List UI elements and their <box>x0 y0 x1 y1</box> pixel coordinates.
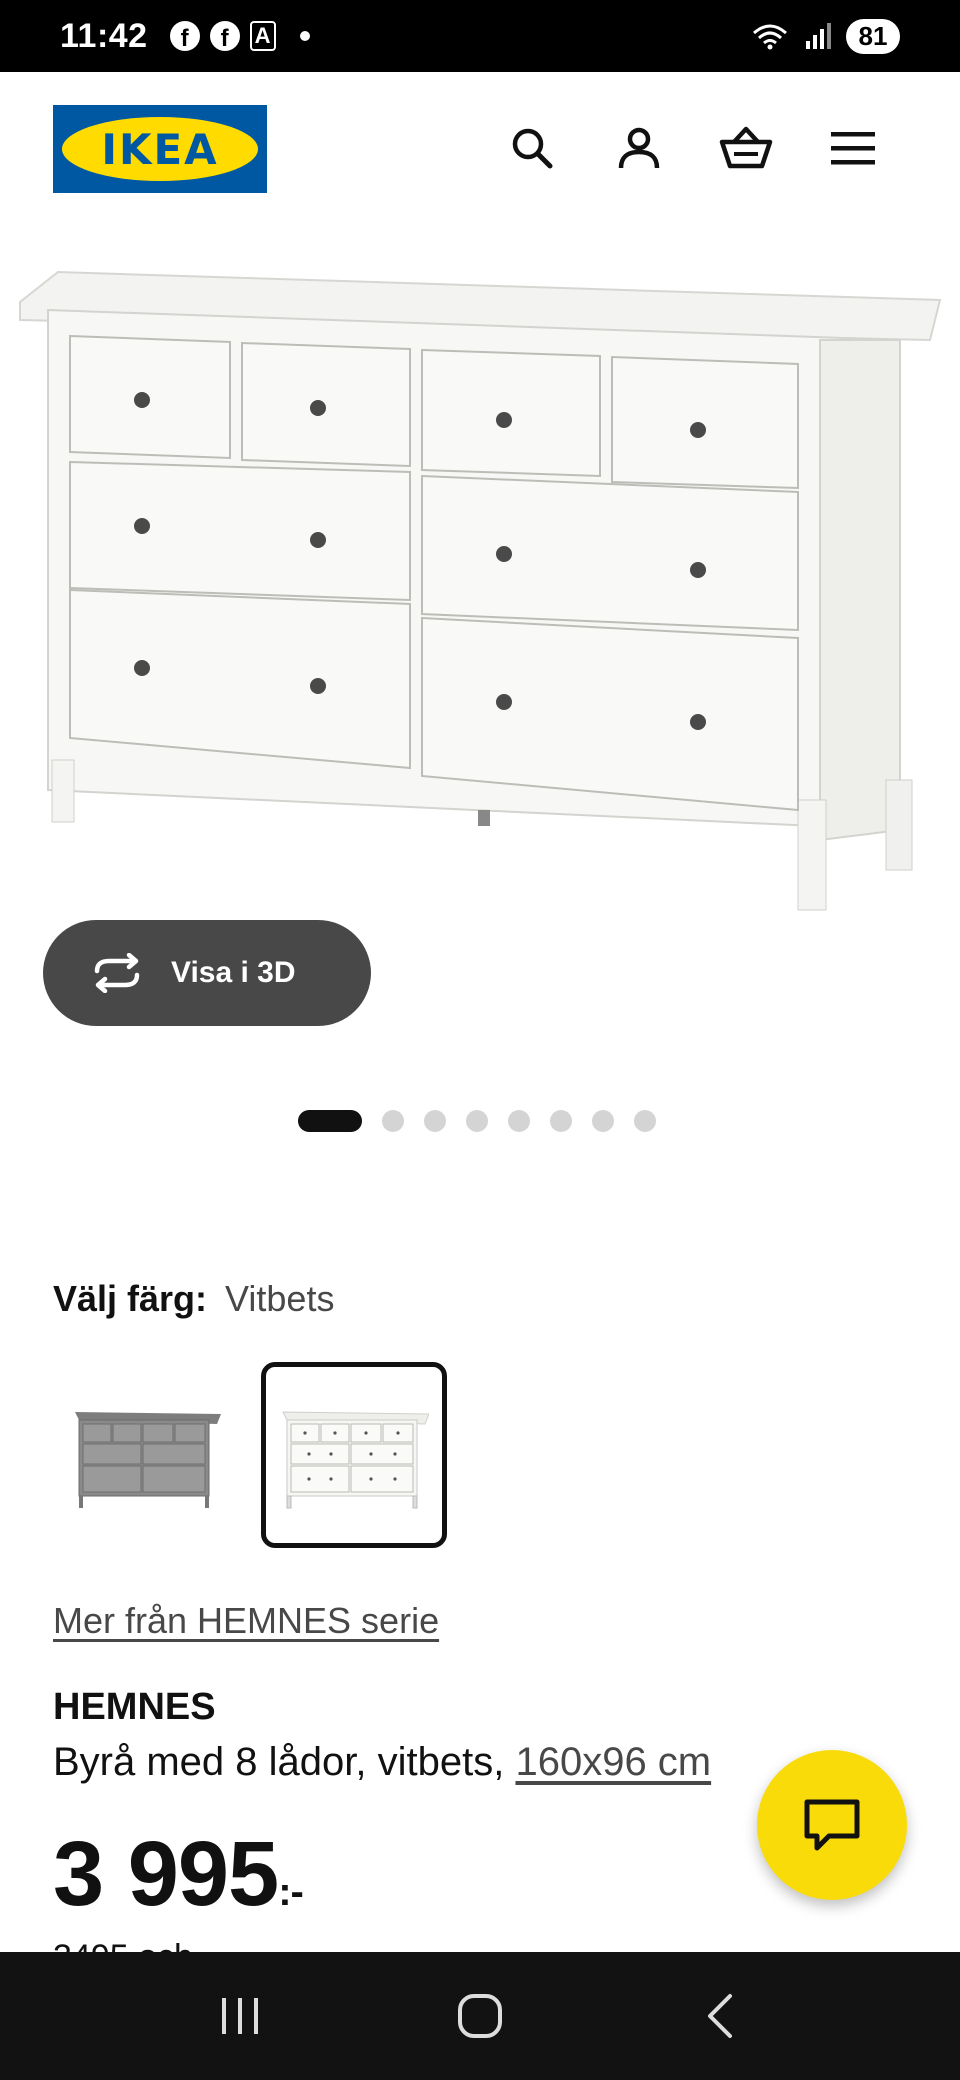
menu-icon[interactable] <box>821 116 885 180</box>
series-link[interactable]: Mer från HEMNES serie <box>53 1600 439 1642</box>
pager-dot[interactable] <box>424 1110 446 1132</box>
cart-icon[interactable] <box>714 116 778 180</box>
more-notifications-dot-icon <box>299 31 310 41</box>
color-swatch-white-stain[interactable] <box>261 1362 447 1548</box>
recent-apps-icon <box>222 1998 258 2034</box>
price-suffix: :- <box>278 1870 304 1914</box>
product-description-text: Byrå med 8 lådor, vitbets, <box>53 1740 516 1784</box>
battery-indicator: 81 <box>846 18 900 54</box>
pager-dot[interactable] <box>508 1110 530 1132</box>
ikea-logo[interactable]: IKEA <box>53 105 267 193</box>
signal-icon <box>806 23 831 49</box>
chat-icon <box>804 1799 860 1851</box>
facebook-icon: f <box>209 21 240 51</box>
pager-dot[interactable] <box>634 1110 656 1132</box>
search-icon[interactable] <box>500 116 564 180</box>
logo-text: IKEA <box>101 124 219 174</box>
product-image[interactable] <box>0 240 960 940</box>
pager-dot[interactable] <box>382 1110 404 1132</box>
chat-button[interactable] <box>757 1750 907 1900</box>
back-button[interactable] <box>680 1976 760 2056</box>
home-icon <box>458 1994 502 2038</box>
app-a-icon: A <box>249 21 276 51</box>
product-description: Byrå med 8 lådor, vitbets, 160x96 cm <box>53 1740 711 1785</box>
pager-dot-active[interactable] <box>298 1110 362 1132</box>
pager-dot[interactable] <box>592 1110 614 1132</box>
product-price: 3 995:- <box>53 1822 304 1927</box>
pager-dot[interactable] <box>466 1110 488 1132</box>
pager-dot[interactable] <box>550 1110 572 1132</box>
color-label: Välj färg: <box>53 1278 208 1319</box>
price-note-cut-off: 3495 och <box>53 1938 193 1952</box>
color-swatch-grey[interactable] <box>53 1362 239 1548</box>
view-in-3d-label: Visa i 3D <box>171 956 296 989</box>
product-size-link[interactable]: 160x96 cm <box>515 1740 711 1784</box>
color-selector-heading: Välj färg: Vitbets <box>53 1278 334 1320</box>
product-name: HEMNES <box>53 1686 216 1728</box>
facebook-icon: f <box>169 21 200 51</box>
rotate-3d-icon <box>94 953 140 993</box>
status-bar: 11:42 f f A 81 <box>0 0 960 72</box>
status-time: 11:42 <box>60 16 148 55</box>
status-system-icons: 81 <box>750 18 900 54</box>
account-icon[interactable] <box>607 116 671 180</box>
wifi-icon <box>753 24 787 50</box>
view-in-3d-button[interactable]: Visa i 3D <box>43 920 371 1026</box>
home-button[interactable] <box>440 1976 520 2056</box>
color-value: Vitbets <box>225 1278 335 1319</box>
image-carousel-pager <box>298 1110 656 1132</box>
status-notification-icons: f f A <box>169 21 310 51</box>
price-value: 3 995 <box>53 1823 279 1925</box>
recent-apps-button[interactable] <box>200 1976 280 2056</box>
site-header: IKEA <box>0 72 960 224</box>
system-navigation-bar <box>0 1952 960 2080</box>
back-icon <box>708 1994 732 2038</box>
